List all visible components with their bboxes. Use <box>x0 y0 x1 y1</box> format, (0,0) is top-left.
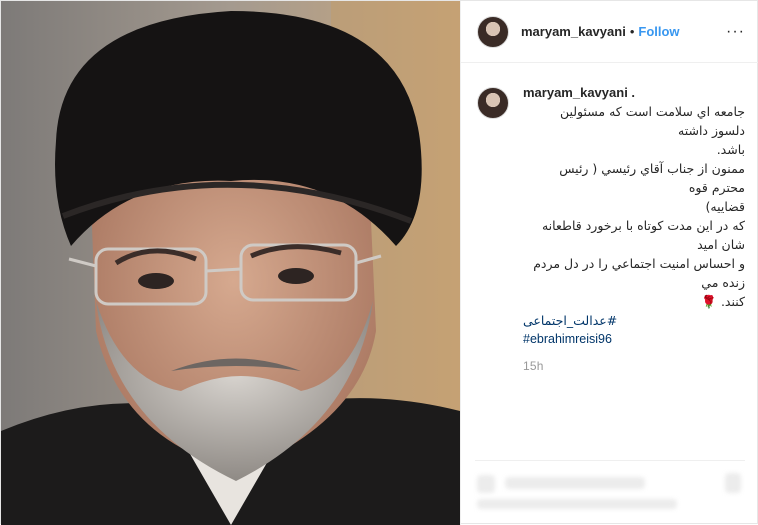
caption-line: و احساس امنيت اجتماعي را در دل مردم زنده… <box>533 256 745 290</box>
caption-line: ممنون از جناب آقاي رئيسي ( رئيس محترم قو… <box>559 161 745 195</box>
caption-comment: maryam_kavyani . جامعه اي سلامت است كه م… <box>461 63 758 373</box>
instagram-post: maryam_kavyani • Follow ··· maryam_kavya… <box>0 0 758 525</box>
avatar[interactable] <box>477 15 509 48</box>
caption-body: maryam_kavyani . جامعه اي سلامت است كه م… <box>523 85 745 373</box>
more-options-icon[interactable]: ··· <box>726 23 745 41</box>
caption-line: باشد. <box>716 142 745 157</box>
blurred-icon <box>477 475 495 493</box>
post-sidebar: maryam_kavyani • Follow ··· maryam_kavya… <box>460 1 758 525</box>
separator-dot: • <box>629 24 635 39</box>
hashtag-link[interactable]: #عدالت_اجتماعی <box>523 311 745 330</box>
blurred-text <box>505 477 645 489</box>
follow-button[interactable]: Follow <box>638 24 679 39</box>
blurred-text <box>477 499 677 509</box>
blurred-actions-area <box>475 460 745 516</box>
caption-line: كنند. 🌹 <box>701 294 745 309</box>
header-username[interactable]: maryam_kavyani <box>521 24 626 39</box>
blurred-icon <box>725 473 741 493</box>
post-timestamp[interactable]: 15h <box>523 359 745 373</box>
post-photo[interactable] <box>1 1 460 525</box>
caption-username[interactable]: maryam_kavyani . <box>523 85 745 100</box>
portrait-image <box>1 1 460 525</box>
post-header: maryam_kavyani • Follow ··· <box>461 1 758 63</box>
caption-line: قضاييه) <box>705 199 745 214</box>
caption-avatar[interactable] <box>477 87 509 119</box>
hashtag-link[interactable]: #ebrahimreisi96 <box>523 330 745 349</box>
caption-line: جامعه اي سلامت است كه مسئولين دلسوز داشت… <box>559 104 745 138</box>
caption-line: كه در اين مدت كوتاه با برخورد قاطعانه شا… <box>541 218 745 252</box>
